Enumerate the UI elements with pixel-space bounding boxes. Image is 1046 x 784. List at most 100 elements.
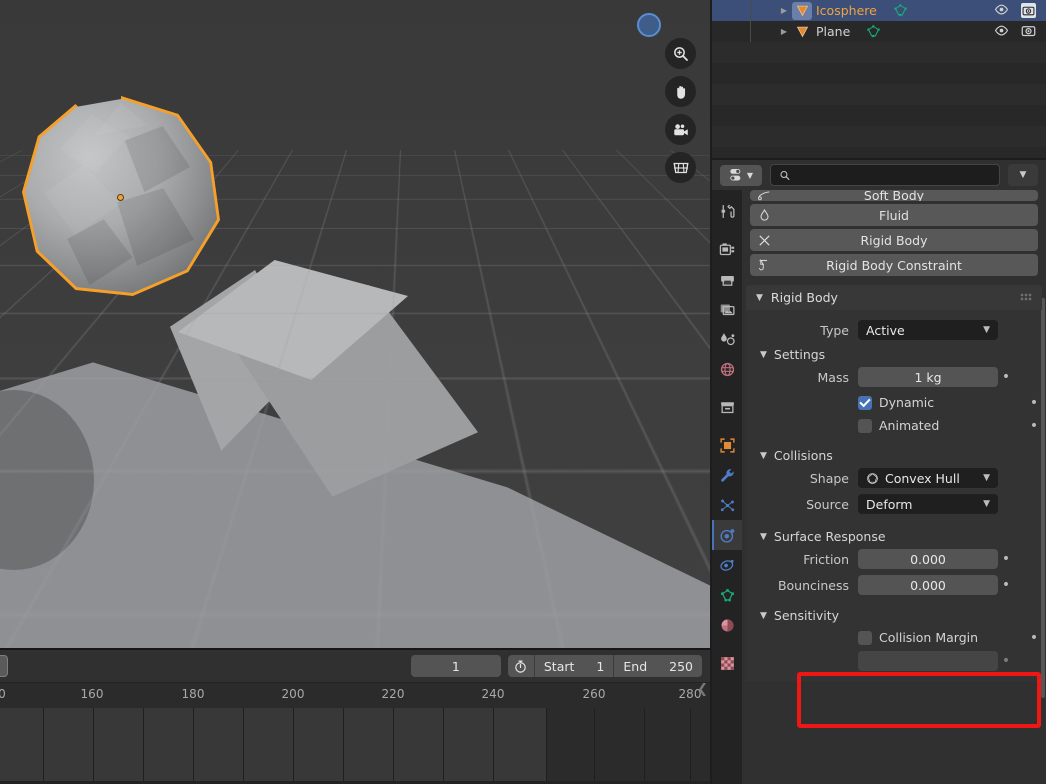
timeline-editor[interactable]: 1 Start 1 End 250 0 160 180 200 220 [0,648,710,784]
tab-collection[interactable] [712,392,742,422]
mass-row: Mass 1 kg • [746,365,1042,389]
ruler-tick: 220 [382,687,405,701]
animate-property-dot[interactable]: • [998,552,1014,566]
collision-margin-checkbox[interactable] [858,631,872,645]
camera-icon[interactable] [1021,23,1036,41]
tab-object[interactable] [712,430,742,460]
animate-property-dot[interactable]: • [1026,631,1042,645]
tab-modifiers[interactable] [712,460,742,490]
mesh-data-icon[interactable] [866,24,881,39]
source-dropdown[interactable]: Deform ▼ [858,494,998,514]
search-input[interactable] [797,168,991,182]
type-dropdown[interactable]: Active ▼ [858,320,998,340]
hand-icon[interactable] [665,76,696,107]
tab-view-layer[interactable] [712,294,742,324]
animate-property-dot[interactable]: • [1026,419,1042,433]
tab-particles[interactable] [712,490,742,520]
timeline-header-left-stub[interactable] [0,655,8,677]
tab-texture[interactable] [712,648,742,678]
animated-checkbox[interactable] [858,419,872,433]
physics-button-label: Fluid [750,208,1038,223]
tab-output[interactable] [712,264,742,294]
camera-icon[interactable] [665,114,696,145]
outliner-row-plane[interactable]: ▶ Plane [712,21,1046,42]
ruler-tick: 200 [282,687,305,701]
bounciness-field[interactable]: 0.000 [858,575,998,595]
timeline-track-area[interactable] [0,708,710,784]
images-icon [719,301,736,318]
end-frame-field[interactable]: End 250 [613,655,702,677]
timeline-ruler[interactable]: 0 160 180 200 220 240 260 280 [0,682,710,708]
tab-object-data[interactable] [712,580,742,610]
outliner-object-name[interactable]: Icosphere [816,3,877,18]
settings-subpanel-header[interactable]: ▼ Settings [746,344,1042,365]
properties-header: ▼ ▼ [712,160,1046,190]
animate-property-dot[interactable]: • [998,370,1014,384]
physics-button-soft-body[interactable]: Soft Body [750,190,1038,201]
outliner-empty-row [712,42,1046,63]
render-camera-icon [719,241,736,258]
surface-response-subpanel-header[interactable]: ▼ Surface Response [746,526,1042,547]
outliner-empty-row [712,84,1046,105]
expand-triangle-icon[interactable]: ▶ [776,27,792,36]
shape-value: Convex Hull [885,471,960,486]
properties-editor[interactable]: ▼ ▼ [712,160,1046,784]
outliner-object-name[interactable]: Plane [816,24,850,39]
rigid-body-panel-header[interactable]: ▼ Rigid Body [746,285,1042,310]
mass-field[interactable]: 1 kg [858,367,998,387]
shape-dropdown[interactable]: Convex Hull ▼ [858,468,998,488]
start-value: 1 [596,659,604,674]
panel-drag-handle[interactable] [1020,293,1032,301]
collisions-subpanel-header[interactable]: ▼ Collisions [746,445,1042,466]
tab-material[interactable] [712,610,742,640]
animate-property-dot[interactable]: • [1026,396,1042,410]
physics-button-rigid-body[interactable]: Rigid Body [750,229,1038,251]
physics-button-fluid[interactable]: Fluid [750,204,1038,226]
sensitivity-title: Sensitivity [774,608,839,623]
chevron-down-icon: ▼ [756,293,763,303]
outliner-editor[interactable]: ▶ Icosphere ▶ Plane [712,0,1046,158]
friction-field[interactable]: 0.000 [858,549,998,569]
eye-icon[interactable] [994,23,1009,41]
chevron-left-icon[interactable]: ❮ [697,682,708,697]
physics-button-rigid-body-constraint[interactable]: Rigid Body Constraint [750,254,1038,276]
tab-physics[interactable] [712,520,742,550]
shape-label: Shape [746,471,858,486]
sensitivity-subpanel-header[interactable]: ▼ Sensitivity [746,605,1042,626]
properties-content[interactable]: Soft Body Fluid Rigid Body [742,190,1046,784]
camera-icon[interactable] [1021,3,1036,18]
convex-hull-icon [866,472,879,485]
tab-world[interactable] [712,354,742,384]
constraint-icon [757,258,772,273]
outliner-toggles [994,2,1036,20]
properties-scrollbar[interactable] [1041,298,1045,698]
frame-range-group: Start 1 End 250 [508,655,702,677]
ruler-tick: 180 [182,687,205,701]
tab-render[interactable] [712,234,742,264]
start-label: Start [544,659,575,674]
3d-viewport[interactable] [0,0,710,648]
tab-scene[interactable] [712,324,742,354]
current-frame-field[interactable]: 1 [411,655,501,677]
animate-property-dot[interactable]: • [998,578,1014,592]
tab-tool[interactable] [712,196,742,226]
properties-options-button[interactable]: ▼ [1008,164,1038,186]
mesh-data-icon[interactable] [893,3,908,18]
start-frame-field[interactable]: Start 1 [535,655,614,677]
tab-constraints[interactable] [712,550,742,580]
mesh-object-icon [792,2,812,20]
dynamic-checkbox[interactable] [858,396,872,410]
search-field[interactable] [770,164,1000,186]
collision-margin-field[interactable] [858,651,998,671]
stopwatch-icon[interactable] [508,655,535,677]
icosphere-object[interactable] [22,96,220,296]
editor-type-selector[interactable]: ▼ [720,165,762,186]
zoom-icon[interactable] [665,38,696,69]
navigation-gizmo[interactable] [637,13,661,37]
grid-icon[interactable] [665,152,696,183]
outliner-row-icosphere[interactable]: ▶ Icosphere [712,0,1046,21]
bounciness-label: Bounciness [746,578,858,593]
eye-icon[interactable] [994,2,1009,20]
search-icon [779,169,791,182]
expand-triangle-icon[interactable]: ▶ [776,6,792,15]
